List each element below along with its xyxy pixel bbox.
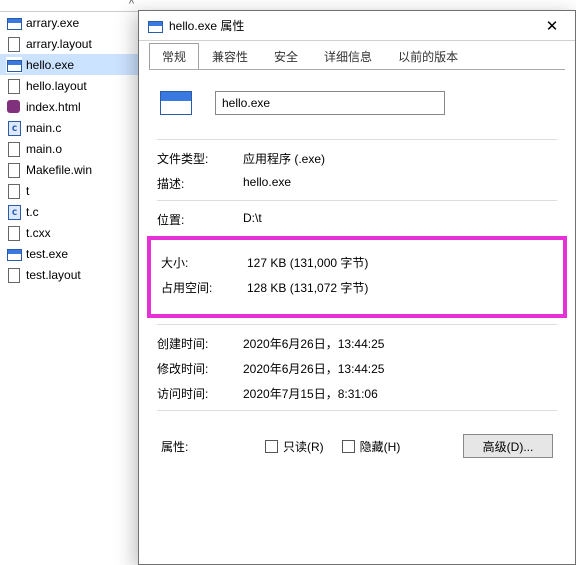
size-label: 大小: [161,254,247,271]
c-icon [6,204,22,220]
type-label: 文件类型: [157,150,243,167]
ctime-label: 创建时间: [157,335,243,352]
filename-input[interactable] [215,91,445,115]
file-item-label: Makefile.win [26,163,132,177]
file-item-label: t.c [26,205,132,219]
desc-value: hello.exe [243,175,557,192]
file-item-label: index.html [26,100,132,114]
advanced-button[interactable]: 高级(D)... [463,434,553,458]
file-item-label: test.exe [26,247,132,261]
file-item-label: hello.exe [26,58,132,72]
file-item[interactable]: Makefile.win [0,159,138,180]
file-item[interactable]: index.html [0,96,138,117]
mtime-value: 2020年6月26日，13:44:25 [243,360,557,377]
tab-compat[interactable]: 兼容性 [199,43,261,69]
page-icon [6,36,22,52]
hidden-text: 隐藏(H) [360,438,401,455]
atime-value: 2020年7月15日，8:31:06 [243,385,557,402]
file-list-pane: ^ arrary.exearrary.layouthello.exehello.… [0,0,138,565]
page-icon [6,78,22,94]
type-value: 应用程序 (.exe) [243,150,557,167]
checkbox-icon [342,440,355,453]
tab-previous[interactable]: 以前的版本 [385,43,471,69]
file-list-header: ^ [0,0,138,12]
ctime-value: 2020年6月26日，13:44:25 [243,335,557,352]
file-item-label: test.layout [26,268,132,282]
mtime-label: 修改时间: [157,360,243,377]
file-item-label: t.cxx [26,226,132,240]
page-icon [6,225,22,241]
checkbox-icon [265,440,278,453]
ff-icon [6,99,22,115]
file-item[interactable]: main.o [0,138,138,159]
attrs-label: 属性: [161,438,247,455]
page-icon [6,162,22,178]
dialog-titlebar[interactable]: hello.exe 属性 ✕ [139,11,575,41]
page-icon [6,267,22,283]
page-icon [6,141,22,157]
tab-strip: 常规 兼容性 安全 详细信息 以前的版本 [139,41,575,69]
exe-icon [6,57,22,73]
exe-icon [6,246,22,262]
file-item-label: arrary.layout [26,37,132,51]
close-button[interactable]: ✕ [529,11,575,41]
dialog-body: 文件类型: 应用程序 (.exe) 描述: hello.exe 位置: D:\t… [139,69,575,564]
file-item[interactable]: test.layout [0,264,138,285]
atime-label: 访问时间: [157,385,243,402]
size-value: 127 KB (131,000 字节) [247,254,553,271]
location-label: 位置: [157,211,243,228]
tab-security[interactable]: 安全 [261,43,311,69]
app-icon [157,83,197,123]
file-item-label: hello.layout [26,79,132,93]
hidden-checkbox[interactable]: 隐藏(H) [342,438,401,455]
disk-label: 占用空间: [161,279,247,296]
file-item[interactable]: hello.layout [0,75,138,96]
location-value: D:\t [243,211,557,228]
file-item[interactable]: t [0,180,138,201]
c-icon [6,120,22,136]
file-item[interactable]: t.c [0,201,138,222]
file-item[interactable]: arrary.layout [0,33,138,54]
properties-dialog: hello.exe 属性 ✕ 常规 兼容性 安全 详细信息 以前的版本 文件类型… [138,10,576,565]
readonly-text: 只读(R) [283,438,324,455]
file-item[interactable]: t.cxx [0,222,138,243]
disk-value: 128 KB (131,072 字节) [247,279,553,296]
file-item-label: t [26,184,132,198]
file-item-label: main.c [26,121,132,135]
file-item-label: main.o [26,142,132,156]
tab-details[interactable]: 详细信息 [311,43,385,69]
title-icon [147,18,163,34]
dialog-title: hello.exe 属性 [169,17,529,34]
tab-general[interactable]: 常规 [149,43,199,69]
file-item[interactable]: main.c [0,117,138,138]
page-icon [6,183,22,199]
size-highlight: 大小: 127 KB (131,000 字节) 占用空间: 128 KB (13… [147,236,567,318]
file-item[interactable]: test.exe [0,243,138,264]
desc-label: 描述: [157,175,243,192]
readonly-checkbox[interactable]: 只读(R) [265,438,324,455]
file-item[interactable]: hello.exe [0,54,138,75]
